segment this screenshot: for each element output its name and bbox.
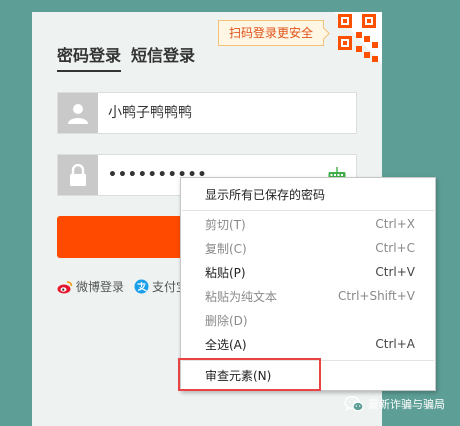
weibo-login-link[interactable]: 微博登录: [57, 278, 124, 295]
menu-item-shortcut: Ctrl+Shift+V: [338, 289, 415, 303]
menu-item-shortcut: Ctrl+A: [375, 337, 415, 351]
menu-item-shortcut: Ctrl+V: [375, 265, 415, 279]
watermark: 最新诈骗与骗局: [344, 396, 445, 412]
tab-sms-login[interactable]: 短信登录: [131, 46, 195, 72]
menu-item-label: 粘贴(P): [205, 265, 246, 280]
menu-item-delete[interactable]: 删除(D): [181, 308, 435, 332]
menu-item-label: 显示所有已保存的密码: [205, 187, 326, 202]
inspect-highlight-box: [178, 358, 321, 391]
menu-item-cut[interactable]: 剪切(T) Ctrl+X: [181, 212, 435, 236]
lock-icon: [58, 155, 98, 195]
menu-item-paste-plain-text[interactable]: 粘贴为纯文本 Ctrl+Shift+V: [181, 284, 435, 308]
menu-separator: [182, 210, 434, 211]
menu-item-label: 全选(A): [205, 337, 247, 352]
username-value: 小鸭子鸭鸭鸭: [108, 105, 192, 121]
wechat-icon: [344, 396, 364, 412]
alipay-icon: [134, 279, 149, 294]
menu-item-select-all[interactable]: 全选(A) Ctrl+A: [181, 332, 435, 356]
menu-item-shortcut: Ctrl+C: [375, 241, 415, 255]
menu-item-label: 删除(D): [205, 313, 248, 328]
social-login: 微博登录 支付宝: [57, 278, 198, 295]
watermark-text: 最新诈骗与骗局: [368, 398, 445, 411]
username-field[interactable]: 小鸭子鸭鸭鸭: [57, 92, 357, 134]
login-tabs: 密码登录 短信登录: [57, 46, 195, 72]
menu-item-label: 复制(C): [205, 241, 247, 256]
menu-item-label: 剪切(T): [205, 217, 246, 232]
user-icon: [58, 93, 98, 133]
menu-item-copy[interactable]: 复制(C) Ctrl+C: [181, 236, 435, 260]
weibo-login-label: 微博登录: [76, 280, 125, 294]
tab-password-login[interactable]: 密码登录: [57, 46, 122, 72]
weibo-icon: [57, 280, 73, 293]
qr-code-icon[interactable]: [334, 12, 382, 64]
menu-item-paste[interactable]: 粘贴(P) Ctrl+V: [181, 260, 435, 284]
menu-item-show-saved-passwords[interactable]: 显示所有已保存的密码: [181, 182, 435, 206]
menu-item-label: 粘贴为纯文本: [205, 289, 278, 304]
menu-item-shortcut: Ctrl+X: [375, 217, 415, 231]
qr-login-tip[interactable]: 扫码登录更安全: [218, 20, 325, 46]
